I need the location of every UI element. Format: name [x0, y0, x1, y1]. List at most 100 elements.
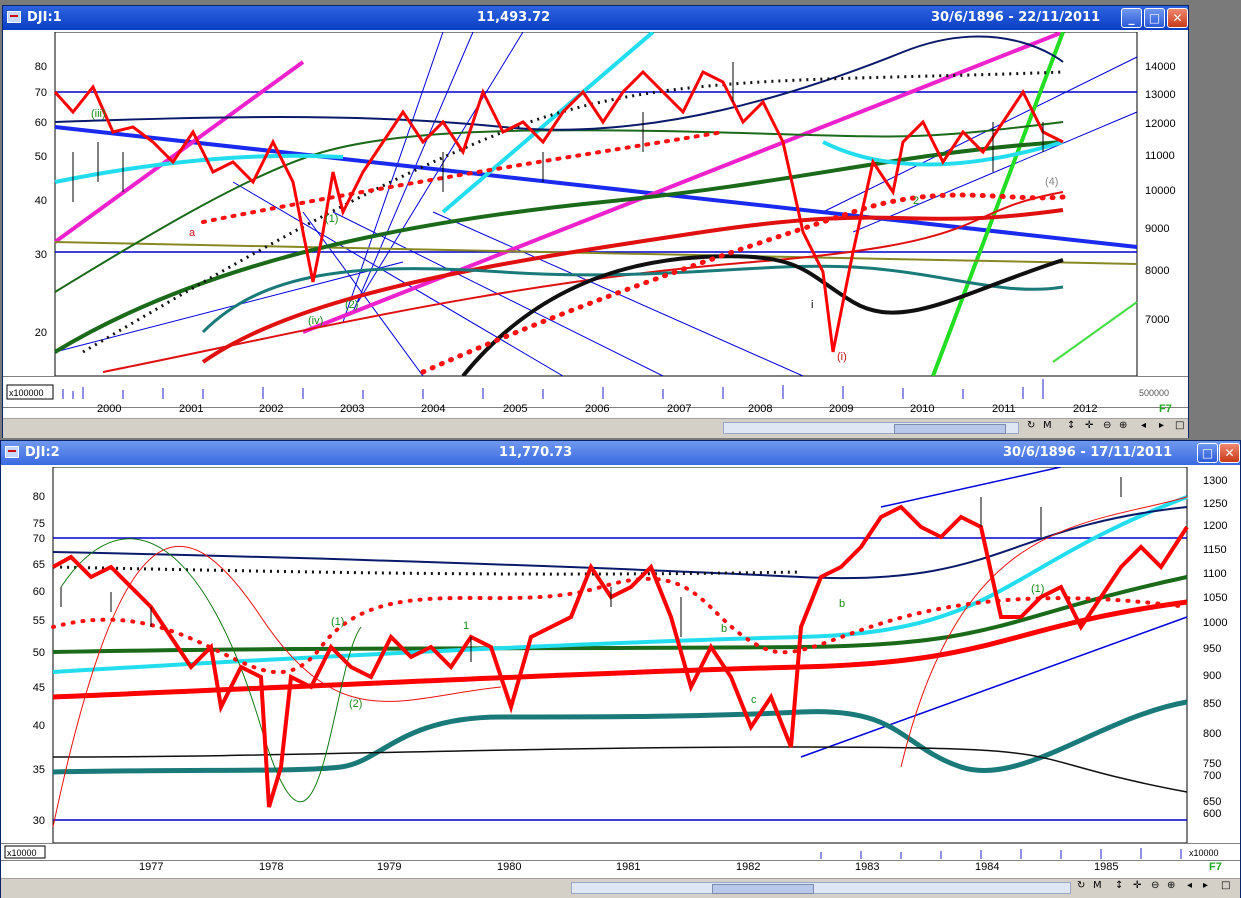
left-axis-tick: 30 [33, 815, 45, 827]
chart-window-bottom[interactable]: DJI:2 11,770.73 30/6/1896 - 17/11/2011 □… [0, 440, 1241, 898]
scrollbar-thumb[interactable] [894, 424, 1006, 434]
left-axis-tick: 55 [33, 615, 45, 627]
date-range: 30/6/1896 - 17/11/2011 [1003, 445, 1173, 460]
year-label: 2010 [910, 403, 935, 415]
maximize-button[interactable]: □ [1197, 443, 1218, 463]
toolbar-row-top: ↻ M ↕ ✛ ⊖ ⊕ ◂ ▸ □ [3, 418, 1188, 438]
wave-label: b [721, 623, 727, 635]
left-axis-tick: 60 [35, 117, 47, 129]
mode-button[interactable]: M [1093, 880, 1102, 891]
left-axis-tick: 50 [35, 151, 47, 163]
left-axis-tick: 60 [33, 586, 45, 598]
horizontal-scrollbar[interactable] [571, 882, 1071, 894]
left-axis-tick: 45 [33, 682, 45, 694]
year-label: 2012 [1073, 403, 1098, 415]
app-icon[interactable] [5, 446, 19, 458]
restore-icon[interactable]: □ [1175, 420, 1184, 431]
title-bar-top[interactable]: DJI:1 11,493.72 30/6/1896 - 22/11/2011 _… [3, 6, 1188, 30]
year-label: 2001 [179, 403, 204, 415]
corner-badge[interactable]: F7 [1209, 861, 1222, 873]
vertical-scale-icon[interactable]: ↕ [1067, 420, 1075, 431]
volume-right-label: 500000 [1139, 388, 1169, 398]
window-title: DJI:2 [25, 445, 60, 460]
wave-label: (4) [1045, 176, 1058, 188]
price-chart-bottom[interactable]: (1) (2) 1 b c (1) b 80 75 70 65 60 55 50… [1, 466, 1240, 844]
right-axis-tick: 1050 [1203, 592, 1227, 604]
right-axis-tick: 800 [1203, 728, 1221, 740]
year-label: 1977 [139, 861, 164, 873]
year-label: 2009 [829, 403, 854, 415]
sync-icon[interactable]: ↻ [1077, 880, 1085, 891]
volume-svg-bottom: x10000 x10000 [4, 845, 1219, 859]
maximize-button[interactable]: □ [1144, 8, 1165, 28]
year-axis-top: 2000 2001 2002 2003 2004 2005 2006 2007 … [3, 403, 1188, 417]
wave-label: (iv) [308, 315, 323, 327]
right-axis-tick: 700 [1203, 770, 1221, 782]
year-label: 2008 [748, 403, 773, 415]
right-axis-tick: 900 [1203, 670, 1221, 682]
mode-button[interactable]: M [1043, 420, 1052, 431]
app-icon[interactable] [7, 11, 21, 23]
right-axis-tick: 600 [1203, 808, 1221, 820]
wave-label: (i) [837, 351, 847, 363]
scroll-left-icon[interactable]: ◂ [1187, 880, 1192, 891]
left-axis-tick: 40 [35, 195, 47, 207]
scroll-right-icon[interactable]: ▸ [1159, 420, 1164, 431]
vertical-scale-icon[interactable]: ↕ [1115, 880, 1123, 891]
zoom-out-icon[interactable]: ⊖ [1103, 420, 1111, 431]
left-axis-tick: 80 [35, 61, 47, 73]
right-axis-tick: 650 [1203, 796, 1221, 808]
wave-label: a [189, 227, 196, 239]
current-value: 11,770.73 [499, 445, 573, 460]
sync-icon[interactable]: ↻ [1027, 420, 1035, 431]
right-axis-tick: 1000 [1203, 617, 1227, 629]
close-button[interactable]: ✕ [1167, 8, 1188, 28]
wave-label: i [811, 299, 813, 311]
left-axis-tick: 70 [33, 533, 45, 545]
volume-right-label: x10000 [1189, 848, 1219, 858]
year-label: 2006 [585, 403, 610, 415]
year-label: 2002 [259, 403, 284, 415]
scroll-left-icon[interactable]: ◂ [1141, 420, 1146, 431]
right-axis-tick: 12000 [1145, 118, 1176, 130]
wave-label: (2) [349, 698, 362, 710]
right-axis-tick: 10000 [1145, 185, 1176, 197]
right-axis-tick: 1250 [1203, 498, 1227, 510]
wave-label: 1 [463, 620, 469, 632]
year-label: 2004 [421, 403, 446, 415]
corner-badge[interactable]: F7 [1159, 403, 1172, 415]
price-chart-svg-top: (iii) (iv) (2) (1) a i (i) (4) 2 80 70 6… [35, 30, 1176, 378]
volume-multiplier: x100000 [9, 388, 44, 398]
volume-panel-bottom: x10000 x10000 [1, 843, 1240, 861]
pan-icon[interactable]: ✛ [1133, 880, 1141, 891]
right-axis-tick: 750 [1203, 758, 1221, 770]
wave-label: (iii) [91, 108, 106, 120]
zoom-in-icon[interactable]: ⊕ [1119, 420, 1127, 431]
right-axis-tick: 950 [1203, 643, 1221, 655]
left-axis-tick: 70 [35, 87, 47, 99]
pan-icon[interactable]: ✛ [1085, 420, 1093, 431]
restore-icon[interactable]: □ [1221, 880, 1230, 891]
right-axis-tick: 1200 [1203, 520, 1227, 532]
left-axis-tick: 65 [33, 559, 45, 571]
price-chart-svg-bottom: (1) (2) 1 b c (1) b 80 75 70 65 60 55 50… [33, 466, 1227, 844]
scrollbar-thumb[interactable] [712, 884, 814, 894]
chart-window-top[interactable]: DJI:1 11,493.72 30/6/1896 - 22/11/2011 _… [2, 5, 1189, 438]
left-axis-tick: 80 [33, 491, 45, 503]
minimize-button[interactable]: _ [1121, 8, 1142, 28]
right-axis-tick: 9000 [1145, 223, 1169, 235]
price-chart-top[interactable]: (iii) (iv) (2) (1) a i (i) (4) 2 80 70 6… [3, 30, 1188, 378]
year-label: 2011 [992, 403, 1016, 415]
wave-label: (2) [345, 299, 358, 311]
zoom-in-icon[interactable]: ⊕ [1167, 880, 1175, 891]
scroll-right-icon[interactable]: ▸ [1203, 880, 1208, 891]
horizontal-scrollbar[interactable] [723, 422, 1019, 434]
year-axis-bottom: 1977 1978 1979 1980 1981 1982 1983 1984 … [1, 861, 1240, 875]
zoom-out-icon[interactable]: ⊖ [1151, 880, 1159, 891]
year-label: 1978 [259, 861, 284, 873]
title-bar-bottom[interactable]: DJI:2 11,770.73 30/6/1896 - 17/11/2011 □… [1, 441, 1240, 465]
close-button[interactable]: ✕ [1219, 443, 1240, 463]
left-axis-tick: 40 [33, 720, 45, 732]
year-label: 1985 [1094, 861, 1119, 873]
right-axis-tick: 1100 [1203, 568, 1227, 580]
